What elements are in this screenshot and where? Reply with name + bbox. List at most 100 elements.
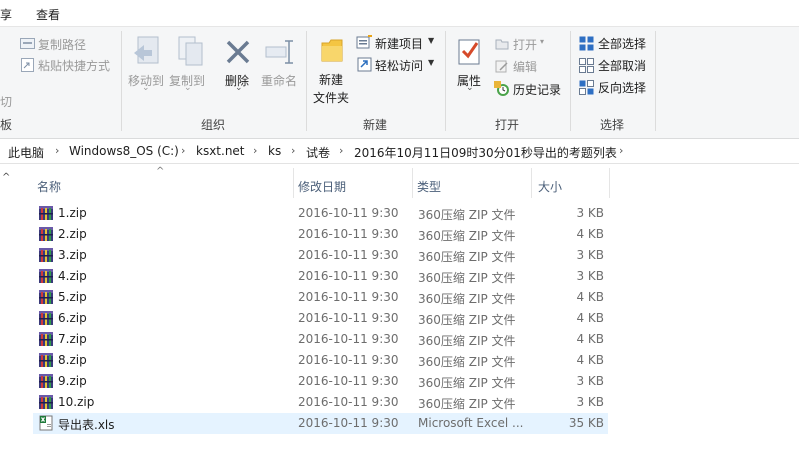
file-type: 360压缩 ZIP 文件 <box>418 397 516 411</box>
zip-archive-icon <box>39 248 53 262</box>
edit-icon <box>495 60 508 73</box>
easy-access-button[interactable]: 轻松访问 <box>375 57 423 74</box>
delete-icon <box>226 40 250 64</box>
column-header-date[interactable]: 修改日期 <box>294 166 412 200</box>
menu-bar: 享 查看 <box>0 0 799 25</box>
column-header-type[interactable]: 类型 <box>413 166 531 200</box>
chevron-right-icon[interactable]: › <box>619 144 623 157</box>
table-row[interactable]: 3.zip 2016-10-11 9:30 360压缩 ZIP 文件 3 KB <box>33 245 608 266</box>
rename-button[interactable]: 重命名 <box>261 72 297 89</box>
file-name: 7.zip <box>58 332 87 346</box>
move-to-icon <box>134 36 159 64</box>
file-name: 3.zip <box>58 248 87 262</box>
chevron-right-icon[interactable]: › <box>291 144 295 157</box>
paste-shortcut-icon <box>21 58 34 72</box>
file-date: 2016-10-11 9:30 <box>298 416 399 430</box>
file-type: Microsoft Excel ... <box>418 416 524 430</box>
menu-view[interactable]: 查看 <box>36 6 60 23</box>
column-header-size[interactable]: 大小 <box>532 166 608 200</box>
table-row[interactable]: 6.zip 2016-10-11 9:30 360压缩 ZIP 文件 4 KB <box>33 308 608 329</box>
breadcrumb-item[interactable]: ks <box>268 144 281 158</box>
table-row[interactable]: 5.zip 2016-10-11 9:30 360压缩 ZIP 文件 4 KB <box>33 287 608 308</box>
column-header-name[interactable]: 名称 <box>33 166 293 200</box>
copy-to-icon <box>178 36 203 66</box>
zip-archive-icon <box>39 290 53 304</box>
easy-access-icon <box>357 57 372 72</box>
select-all-button[interactable]: 全部选择 <box>598 35 646 52</box>
zip-archive-icon <box>39 311 53 325</box>
file-name: 5.zip <box>58 290 87 304</box>
select-none-button[interactable]: 全部取消 <box>598 57 646 74</box>
zip-archive-icon <box>39 395 53 409</box>
breadcrumb: 此电脑 › Windows8_OS (C:) › ksxt.net › ks ›… <box>0 139 799 164</box>
edit-button[interactable]: 编辑 <box>513 58 537 75</box>
table-row[interactable]: 2.zip 2016-10-11 9:30 360压缩 ZIP 文件 4 KB <box>33 224 608 245</box>
chevron-right-icon[interactable]: › <box>253 144 257 157</box>
file-type: 360压缩 ZIP 文件 <box>418 376 516 390</box>
file-name: 9.zip <box>58 374 87 388</box>
file-size: 35 KB <box>568 416 604 430</box>
chevron-right-icon[interactable]: › <box>339 144 343 157</box>
table-row[interactable]: 1.zip 2016-10-11 9:30 360压缩 ZIP 文件 3 KB <box>33 203 608 224</box>
breadcrumb-item[interactable]: Windows8_OS (C:) <box>69 144 179 158</box>
cut-button-fragment[interactable]: 切 <box>0 93 12 110</box>
select-all-icon <box>579 36 594 51</box>
dropdown-arrow-icon: ▾ <box>540 37 545 46</box>
file-name: 2.zip <box>58 227 87 241</box>
file-date: 2016-10-11 9:30 <box>298 206 399 220</box>
file-date: 2016-10-11 9:30 <box>298 227 399 241</box>
file-date: 2016-10-11 9:30 <box>298 269 399 283</box>
column-header-type-label: 类型 <box>417 180 442 194</box>
invert-selection-button[interactable]: 反向选择 <box>598 79 646 96</box>
ribbon-separator <box>655 31 656 131</box>
table-row[interactable]: 导出表.xls 2016-10-11 9:30 Microsoft Excel ..… <box>33 413 608 434</box>
breadcrumb-item[interactable]: ksxt.net <box>196 144 245 158</box>
chevron-right-icon[interactable]: › <box>55 144 59 157</box>
new-item-button[interactable]: 新建项目 <box>375 35 423 52</box>
breadcrumb-item[interactable]: 2016年10月11日09时30分01秒导出的考题列表 <box>354 144 617 161</box>
file-name: 10.zip <box>58 395 95 409</box>
scroll-up-arrow[interactable]: ^ <box>2 172 16 186</box>
file-size: 4 KB <box>576 332 604 346</box>
chevron-right-icon[interactable]: › <box>181 144 185 157</box>
file-name: 1.zip <box>58 206 87 220</box>
zip-archive-icon <box>39 353 53 367</box>
ribbon: 复制路径 粘贴快捷方式 切 板 移动到 ⌄ 复制到 ⌄ 删除 ⌄ 重命名 组织 … <box>0 26 799 139</box>
select-none-icon <box>579 58 594 73</box>
breadcrumb-item[interactable]: 试卷 <box>306 144 330 161</box>
paste-shortcut-button[interactable]: 粘贴快捷方式 <box>38 57 110 74</box>
breadcrumb-item[interactable]: 此电脑 <box>8 144 44 161</box>
properties-icon <box>458 39 480 65</box>
excel-file-icon <box>39 415 53 431</box>
table-row[interactable]: 4.zip 2016-10-11 9:30 360压缩 ZIP 文件 3 KB <box>33 266 608 287</box>
file-type: 360压缩 ZIP 文件 <box>418 271 516 285</box>
file-date: 2016-10-11 9:30 <box>298 311 399 325</box>
file-type: 360压缩 ZIP 文件 <box>418 229 516 243</box>
open-icon <box>495 39 509 50</box>
select-group-label: 选择 <box>600 118 625 132</box>
file-date: 2016-10-11 9:30 <box>298 332 399 346</box>
menu-share[interactable]: 享 <box>0 6 12 23</box>
new-folder-button-line2: 文件夹 <box>313 91 350 105</box>
file-type: 360压缩 ZIP 文件 <box>418 250 516 264</box>
new-folder-button[interactable]: 新建 <box>319 71 343 88</box>
table-row[interactable]: 8.zip 2016-10-11 9:30 360压缩 ZIP 文件 4 KB <box>33 350 608 371</box>
table-row[interactable]: 9.zip 2016-10-11 9:30 360压缩 ZIP 文件 3 KB <box>33 371 608 392</box>
file-type: 360压缩 ZIP 文件 <box>418 313 516 327</box>
open-button[interactable]: 打开 <box>513 36 537 53</box>
file-type: 360压缩 ZIP 文件 <box>418 334 516 348</box>
file-date: 2016-10-11 9:30 <box>298 248 399 262</box>
invert-selection-icon <box>579 80 594 95</box>
copy-path-button[interactable]: 复制路径 <box>38 36 86 53</box>
ribbon-separator <box>306 31 307 131</box>
organize-group-label: 组织 <box>201 118 226 132</box>
file-size: 3 KB <box>576 374 604 388</box>
column-divider[interactable] <box>609 168 610 198</box>
table-row[interactable]: 7.zip 2016-10-11 9:30 360压缩 ZIP 文件 4 KB <box>33 329 608 350</box>
chevron-down-icon: ⌄ <box>142 83 150 93</box>
new-folder-icon <box>321 39 343 62</box>
file-type: 360压缩 ZIP 文件 <box>418 355 516 369</box>
zip-archive-icon <box>39 206 53 220</box>
table-row[interactable]: 10.zip 2016-10-11 9:30 360压缩 ZIP 文件 3 KB <box>33 392 608 413</box>
history-button[interactable]: 历史记录 <box>513 81 561 98</box>
